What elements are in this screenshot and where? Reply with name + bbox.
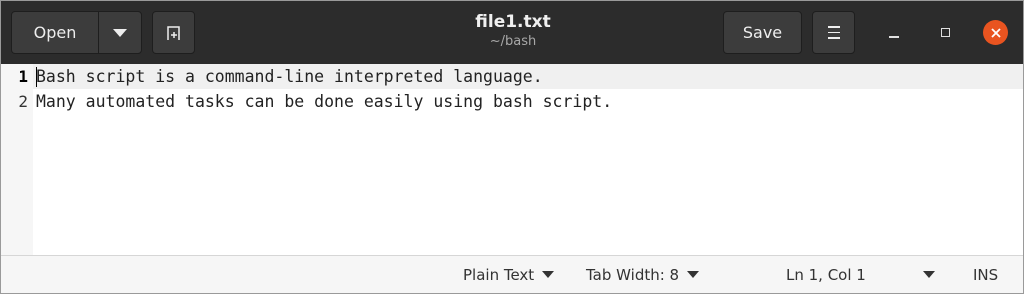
line-number: 1 bbox=[18, 67, 28, 86]
insert-mode-indicator[interactable]: INS bbox=[973, 256, 998, 293]
new-tab-icon bbox=[166, 25, 180, 40]
document-path: ~/bash bbox=[489, 34, 537, 49]
save-button[interactable]: Save bbox=[723, 11, 802, 54]
hamburger-menu-icon-bar bbox=[827, 31, 840, 34]
minimize-button[interactable] bbox=[883, 21, 905, 43]
text-editor-area[interactable]: 1 2 Bash script is a command-line interp… bbox=[1, 64, 1023, 255]
hamburger-menu-icon bbox=[827, 26, 840, 28]
cursor-position-label: Ln 1, Col 1 bbox=[786, 265, 866, 284]
main-menu-button[interactable] bbox=[812, 11, 855, 54]
cursor-position-menu-button[interactable] bbox=[923, 256, 935, 293]
header-bar: Open file1.txt ~/bash Save bbox=[1, 1, 1023, 64]
status-bar: Plain Text Tab Width: 8 Ln 1, Col 1 INS bbox=[1, 255, 1023, 293]
maximize-button[interactable] bbox=[934, 21, 956, 43]
chevron-down-icon bbox=[542, 271, 555, 278]
document-title: file1.txt bbox=[475, 12, 551, 32]
language-selector[interactable]: Plain Text bbox=[463, 256, 555, 293]
line-number: 2 bbox=[18, 92, 28, 111]
chevron-down-icon bbox=[923, 271, 935, 278]
text-line[interactable]: Many automated tasks can be done easily … bbox=[36, 89, 612, 114]
chevron-down-icon bbox=[687, 271, 700, 278]
line-number-gutter: 1 2 bbox=[1, 64, 33, 255]
open-button-group: Open bbox=[11, 11, 142, 54]
open-button[interactable]: Open bbox=[12, 12, 99, 53]
open-recent-menu-button[interactable] bbox=[99, 12, 141, 53]
text-line[interactable]: Bash script is a command-line interprete… bbox=[36, 64, 543, 89]
language-label: Plain Text bbox=[463, 265, 535, 284]
insert-mode-label: INS bbox=[973, 265, 999, 284]
tab-width-label: Tab Width: 8 bbox=[586, 265, 680, 284]
tab-width-selector[interactable]: Tab Width: 8 bbox=[586, 256, 700, 293]
chevron-down-icon bbox=[113, 28, 127, 37]
text-cursor bbox=[36, 67, 37, 87]
close-icon bbox=[990, 27, 1001, 38]
maximize-icon bbox=[940, 27, 950, 37]
new-tab-button[interactable] bbox=[152, 11, 195, 54]
close-button[interactable] bbox=[983, 20, 1008, 45]
minimize-icon bbox=[889, 36, 899, 38]
window-title-block: file1.txt ~/bash bbox=[401, 11, 625, 51]
hamburger-menu-icon-bar bbox=[827, 37, 840, 39]
gedit-window: Open file1.txt ~/bash Save 1 2 Bash scri… bbox=[0, 0, 1024, 294]
cursor-position-button[interactable]: Ln 1, Col 1 bbox=[786, 256, 866, 293]
